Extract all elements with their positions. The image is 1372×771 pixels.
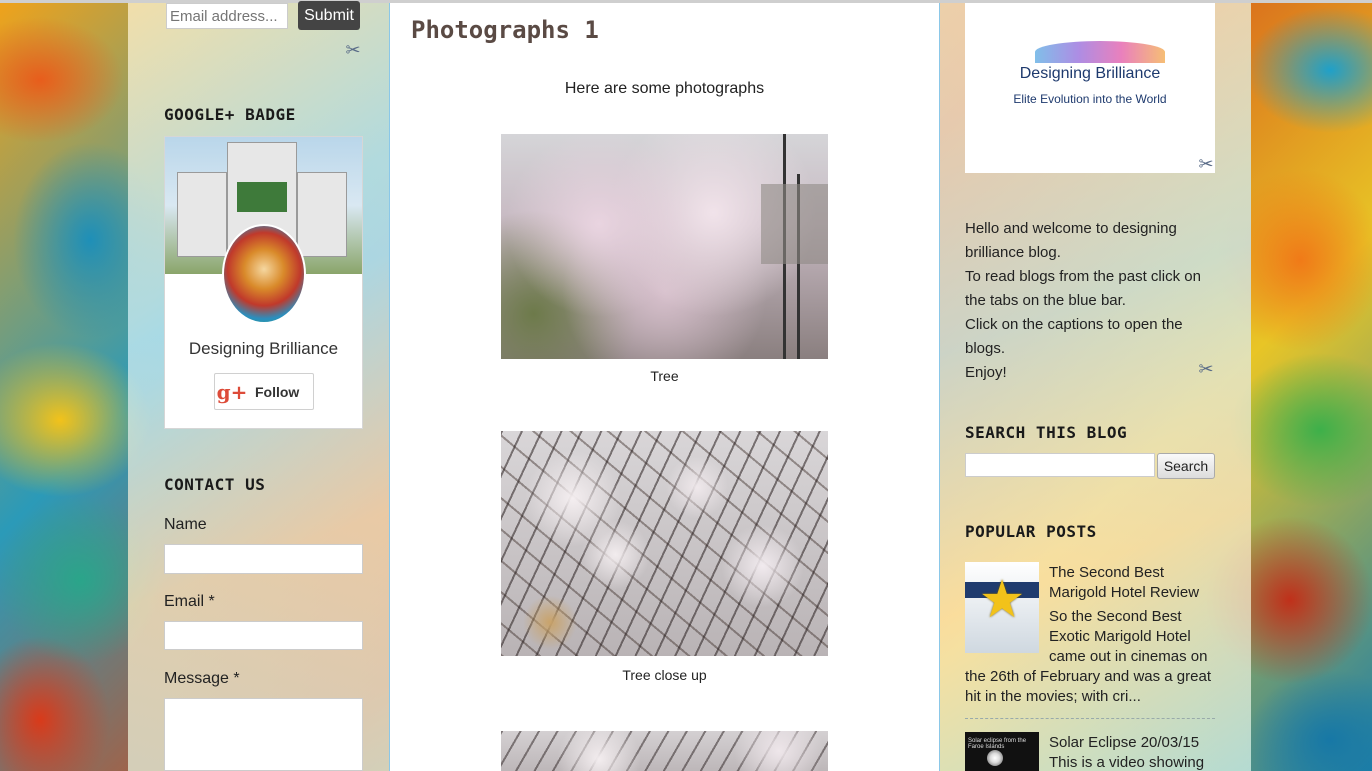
welcome-line: Hello and welcome to designing brillianc… [965, 220, 1177, 261]
popular-post-snippet: So the Second Best Exotic Marigold Hotel… [1049, 608, 1208, 665]
popular-post-thumbnail[interactable]: Solar eclipse from the Faroe Islands [965, 732, 1039, 771]
photo-caption: Tree [650, 368, 679, 384]
gplus-badge-card: Designing Brilliance g+ Follow [164, 136, 363, 429]
post-intro: Here are some photographs [564, 80, 765, 97]
search-input[interactable] [965, 453, 1155, 477]
welcome-line: Enjoy! [965, 364, 1007, 381]
popular-posts-title: Popular Posts [965, 522, 1097, 541]
contact-message-label: Message * [164, 670, 240, 687]
search-button[interactable]: Search [1157, 453, 1215, 479]
edit-widget-wrench-icon[interactable]: ✂ [1196, 155, 1216, 175]
contact-message-field[interactable] [164, 698, 363, 771]
edit-widget-wrench-icon[interactable]: ✂ [1196, 360, 1216, 380]
contact-email-field[interactable] [164, 621, 363, 650]
brand-name: Designing Brilliance [1019, 65, 1161, 82]
welcome-text: Hello and welcome to designing brillianc… [965, 217, 1215, 385]
subscribe-email-input[interactable] [166, 3, 288, 29]
photo-tree[interactable] [501, 134, 828, 359]
welcome-line: Click on the captions to open the blogs. [965, 316, 1183, 357]
page-title: Photographs 1 [411, 16, 599, 44]
photo-partial[interactable] [501, 731, 828, 771]
star-icon: ★ [978, 571, 1026, 629]
edit-widget-wrench-icon[interactable]: ✂ [343, 41, 363, 61]
popular-post-thumbnail[interactable]: ★ [965, 562, 1039, 653]
photo-caption: Tree close up [622, 667, 707, 683]
popular-post-snippet-continued: the 26th of February and was a great hit… [965, 668, 1211, 705]
search-widget-title: Search This Blog [965, 423, 1128, 442]
brand-logo-swoosh [1035, 41, 1165, 63]
popular-post-title-link[interactable]: The Second Best Marigold Hotel Review [1049, 563, 1214, 603]
contact-name-label: Name [164, 516, 207, 533]
welcome-line: To read blogs from the past click on the… [965, 268, 1201, 309]
popular-post-snippet: This is a video showing [1049, 754, 1205, 771]
contact-name-field[interactable] [164, 544, 363, 574]
thumbnail-caption: Solar eclipse from the Faroe Islands [968, 738, 1027, 750]
brand-logo-box[interactable]: Designing Brilliance Elite Evolution int… [965, 3, 1215, 173]
contact-email-label: Email * [164, 593, 215, 610]
contact-us-title: Contact Us [164, 475, 266, 494]
follow-label: Follow [255, 383, 300, 400]
gplus-badge-title: Google+ Badge [164, 105, 296, 124]
google-plus-icon: g+ [216, 379, 248, 404]
photo-tree-close-up[interactable] [501, 431, 828, 656]
gplus-profile-name[interactable]: Designing Brilliance [165, 339, 362, 359]
gplus-follow-button[interactable]: g+ Follow [214, 373, 314, 410]
subscribe-submit-button[interactable]: Submit [298, 1, 360, 30]
popular-post-title-link[interactable]: Solar Eclipse 20/03/15 [1049, 733, 1214, 753]
popular-post-divider [965, 718, 1215, 719]
avatar[interactable] [222, 224, 306, 324]
brand-tagline: Elite Evolution into the World [1013, 92, 1167, 106]
